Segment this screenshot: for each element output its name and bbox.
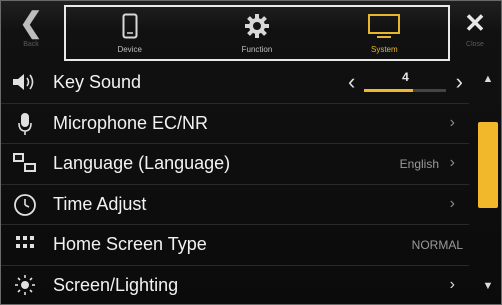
tab-system-label: System	[370, 45, 398, 54]
tab-function-label: Function	[241, 45, 273, 54]
screen-lighting-label: Screen/Lighting	[53, 274, 179, 295]
tab-system[interactable]: System	[321, 7, 448, 59]
back-button-label: Back	[23, 41, 39, 48]
grid-icon	[11, 233, 39, 257]
time-adjust-label: Time Adjust	[53, 193, 147, 214]
monitor-icon	[367, 13, 401, 44]
clock-icon	[11, 193, 39, 217]
key-sound-level-track	[364, 89, 446, 92]
language-value: English	[399, 157, 439, 171]
home-screen-type-label: Home Screen Type	[53, 234, 207, 254]
scroll-up-icon[interactable]: ▲	[473, 73, 501, 85]
settings-screen: ❮ Back Device Function System ✕ Close Ke…	[0, 0, 502, 305]
chevron-right-icon: ›	[449, 113, 455, 131]
list-item-key-sound: Key Sound ‹ 4 ›	[1, 63, 469, 104]
chevron-right-icon: ›	[449, 154, 455, 171]
speaker-icon	[11, 71, 39, 95]
language-label: Language (Language)	[53, 153, 231, 173]
settings-list: Key Sound ‹ 4 › Microphone EC/NR › Langu…	[1, 63, 469, 305]
list-item-time-adjust[interactable]: Time Adjust ›	[1, 185, 469, 225]
close-icon: ✕	[464, 8, 486, 38]
microphone-icon	[11, 112, 39, 136]
scroll-down-icon[interactable]: ▼	[473, 280, 501, 292]
key-sound-label: Key Sound	[53, 72, 142, 92]
list-item-screen-lighting[interactable]: Screen/Lighting ›	[1, 266, 469, 305]
list-item-home-screen-type[interactable]: Home Screen Type NORMAL	[1, 225, 469, 266]
key-sound-stepper[interactable]: ‹ 4 ›	[348, 69, 463, 97]
close-button-label: Close	[466, 41, 484, 48]
increase-icon[interactable]: ›	[456, 69, 463, 95]
back-chevron-icon: ❮	[19, 7, 43, 38]
scrollbar[interactable]: ▲ ▼	[473, 63, 501, 304]
gear-icon	[244, 13, 270, 44]
scrollbar-thumb[interactable]	[478, 122, 498, 208]
home-screen-type-value: NORMAL	[411, 238, 463, 252]
tab-device[interactable]: Device	[66, 7, 193, 59]
brightness-icon	[11, 274, 39, 298]
tab-device-label: Device	[117, 45, 142, 54]
top-bar: ❮ Back Device Function System ✕ Close	[1, 1, 501, 63]
decrease-icon[interactable]: ‹	[348, 69, 355, 95]
key-sound-level-fill	[364, 89, 414, 92]
category-tabs: Device Function System	[64, 5, 450, 61]
microphone-label: Microphone EC/NR	[53, 112, 209, 133]
list-item-language[interactable]: Language (Language) English ›	[1, 144, 469, 185]
back-button[interactable]: ❮ Back	[9, 5, 53, 59]
language-icon	[11, 152, 39, 176]
chevron-right-icon: ›	[449, 275, 455, 293]
key-sound-value: 4	[402, 70, 409, 84]
list-item-microphone[interactable]: Microphone EC/NR ›	[1, 104, 469, 144]
phone-icon	[122, 13, 138, 44]
close-button[interactable]: ✕ Close	[455, 5, 495, 59]
tab-function[interactable]: Function	[193, 7, 320, 59]
chevron-right-icon: ›	[449, 194, 455, 212]
